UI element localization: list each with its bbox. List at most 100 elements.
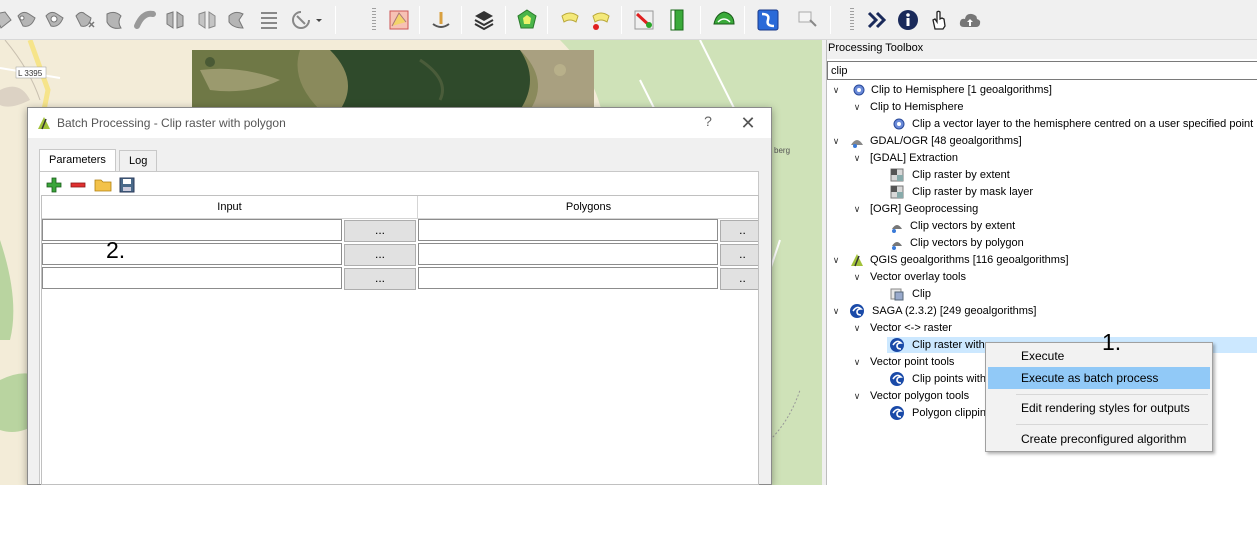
layers-icon[interactable]: [471, 6, 497, 34]
simplify-icon[interactable]: [256, 6, 282, 34]
browse-input-button[interactable]: ...: [344, 220, 416, 242]
column-header-polygons[interactable]: Polygons: [418, 196, 758, 219]
tree-item-label: Clip raster by extent: [912, 169, 1010, 181]
input-field-row-3[interactable]: [42, 267, 342, 289]
toolbar-separator: [547, 6, 548, 34]
chevron-down-icon[interactable]: ∨: [831, 252, 841, 269]
tree-item-hemi-alg[interactable]: Clip a vector layer to the hemisphere ce…: [827, 116, 1257, 133]
browse-input-button[interactable]: ...: [344, 268, 416, 290]
raster-icon: [889, 167, 905, 183]
add-row-icon[interactable]: [45, 176, 63, 194]
tree-item-ogr-extent[interactable]: Clip vectors by extent: [827, 218, 1257, 235]
remove-row-icon[interactable]: [69, 176, 87, 194]
polygons-field-row-1[interactable]: [418, 219, 718, 241]
menu-item-execute-batch[interactable]: Execute as batch process: [988, 367, 1210, 389]
menu-separator: [1016, 424, 1208, 425]
browse-polygons-button[interactable]: ..: [720, 268, 758, 290]
browse-polygons-button[interactable]: ..: [720, 220, 758, 242]
processing-model-icon[interactable]: [755, 6, 781, 34]
tree-item-label: Clip to Hemisphere: [870, 101, 964, 113]
gear-icon: [891, 116, 907, 132]
tab-parameters[interactable]: Parameters: [39, 149, 116, 171]
chevron-down-icon[interactable]: ∨: [831, 82, 841, 99]
tree-item-qgis-group[interactable]: ∨ QGIS geoalgorithms [116 geoalgorithms]: [827, 252, 1257, 269]
tree-item-label: Clip raster by mask layer: [912, 186, 1034, 198]
chevron-down-icon[interactable]: ∨: [852, 150, 862, 167]
save-icon[interactable]: [118, 176, 136, 194]
road-graph-icon[interactable]: [631, 6, 657, 34]
rotate-label-icon[interactable]: [224, 6, 250, 34]
column-header-input[interactable]: Input: [42, 196, 418, 219]
tree-item-label: Clip a vector layer to the hemisphere ce…: [912, 118, 1254, 130]
georeferencer-icon[interactable]: [386, 6, 412, 34]
tree-item-label: Clip raster with: [912, 339, 985, 351]
chevron-down-icon[interactable]: ∨: [852, 99, 862, 116]
tree-item-label: Clip to Hemisphere [1 geoalgorithms]: [871, 84, 1052, 96]
raster-bar-icon[interactable]: [664, 6, 690, 34]
tree-item-qgis-clip[interactable]: Clip: [827, 286, 1257, 303]
pan-hand-icon[interactable]: [926, 6, 952, 34]
browse-polygons-button[interactable]: ..: [720, 244, 758, 266]
chevron-down-icon[interactable]: ∨: [852, 201, 862, 218]
rotate-point-icon[interactable]: [288, 6, 314, 34]
polygons-field-row-3[interactable]: [418, 267, 718, 289]
tree-item-gdal-mask[interactable]: Clip raster by mask layer: [827, 184, 1257, 201]
context-menu: Execute Execute as batch process Edit re…: [985, 342, 1213, 452]
cloud-upload-icon[interactable]: [957, 6, 983, 34]
tree-item-ogr-geo[interactable]: ∨ [OGR] Geoprocessing: [827, 201, 1257, 218]
chevron-down-icon[interactable]: ∨: [852, 320, 862, 337]
tree-item-label: GDAL/OGR [48 geoalgorithms]: [870, 135, 1022, 147]
tree-item-gdal-extent[interactable]: Clip raster by extent: [827, 167, 1257, 184]
tree-item-label: [OGR] Geoprocessing: [870, 203, 979, 215]
menu-item-edit-rendering-styles[interactable]: Edit rendering styles for outputs: [988, 397, 1210, 419]
tree-item-saga-group[interactable]: ∨ SAGA (2.3.2) [249 geoalgorithms]: [827, 303, 1257, 320]
help-button[interactable]: ?: [698, 113, 718, 133]
tree-item-hemi-sub[interactable]: ∨ Clip to Hemisphere: [827, 99, 1257, 116]
reshape-icon[interactable]: [102, 6, 128, 34]
tree-item-ogr-poly[interactable]: Clip vectors by polygon: [827, 235, 1257, 252]
identify-processing-icon[interactable]: [795, 6, 821, 34]
tree-item-gdal-extract[interactable]: ∨ [GDAL] Extraction: [827, 150, 1257, 167]
menu-item-execute[interactable]: Execute: [988, 345, 1210, 367]
tree-item-hemi-group[interactable]: ∨ Clip to Hemisphere [1 geoalgorithms]: [827, 82, 1257, 99]
close-button[interactable]: ✕: [736, 111, 760, 135]
split-features-icon[interactable]: [162, 6, 188, 34]
saga-icon: [889, 405, 905, 421]
tab-log[interactable]: Log: [119, 150, 158, 171]
chevron-down-icon[interactable]: ∨: [831, 133, 841, 150]
toolbar-separator: [505, 6, 506, 34]
tree-item-qgis-overlay[interactable]: ∨ Vector overlay tools: [827, 269, 1257, 286]
polygons-field-row-2[interactable]: [418, 243, 718, 265]
search-input[interactable]: [827, 61, 1257, 80]
input-field-row-1[interactable]: [42, 219, 342, 241]
chevron-down-icon[interactable]: ∨: [852, 388, 862, 405]
chevron-down-icon[interactable]: ∨: [852, 354, 862, 371]
browse-input-button[interactable]: ...: [344, 244, 416, 266]
input-field-row-2[interactable]: [42, 243, 342, 265]
open-folder-icon[interactable]: [94, 176, 112, 194]
dialog-titlebar[interactable]: Batch Processing - Clip raster with poly…: [28, 108, 771, 138]
chevron-down-icon[interactable]: ∨: [852, 269, 862, 286]
tree-item-gdal-group[interactable]: ∨ GDAL/OGR [48 geoalgorithms]: [827, 133, 1257, 150]
toolbar-separator: [621, 6, 622, 34]
info-icon[interactable]: [895, 6, 921, 34]
chevron-down-icon[interactable]: [312, 6, 326, 34]
grass-tools-icon[interactable]: [711, 6, 737, 34]
tree-item-label: Clip: [912, 288, 931, 300]
topology-error-icon[interactable]: [588, 6, 614, 34]
menu-item-create-preconfigured[interactable]: Create preconfigured algorithm: [988, 428, 1210, 450]
chevron-down-icon[interactable]: ∨: [831, 303, 841, 320]
offset-curve-icon[interactable]: [132, 6, 158, 34]
double-chevron-right-icon[interactable]: [864, 6, 890, 34]
topology-checker-icon[interactable]: [557, 6, 583, 34]
merge-features-icon[interactable]: [14, 6, 40, 34]
geometry-checker-icon[interactable]: [514, 6, 540, 34]
delete-ring-icon[interactable]: [42, 6, 68, 34]
tree-item-saga-vr[interactable]: ∨ Vector <-> raster: [827, 320, 1257, 337]
parameters-pane: Input Polygons ... .. ... .. ... ..: [39, 171, 759, 485]
split-parts-icon[interactable]: [194, 6, 220, 34]
saga-icon: [849, 303, 865, 319]
interpolation-icon[interactable]: [428, 6, 454, 34]
delete-part-icon[interactable]: [72, 6, 98, 34]
menu-separator: [1016, 394, 1208, 395]
